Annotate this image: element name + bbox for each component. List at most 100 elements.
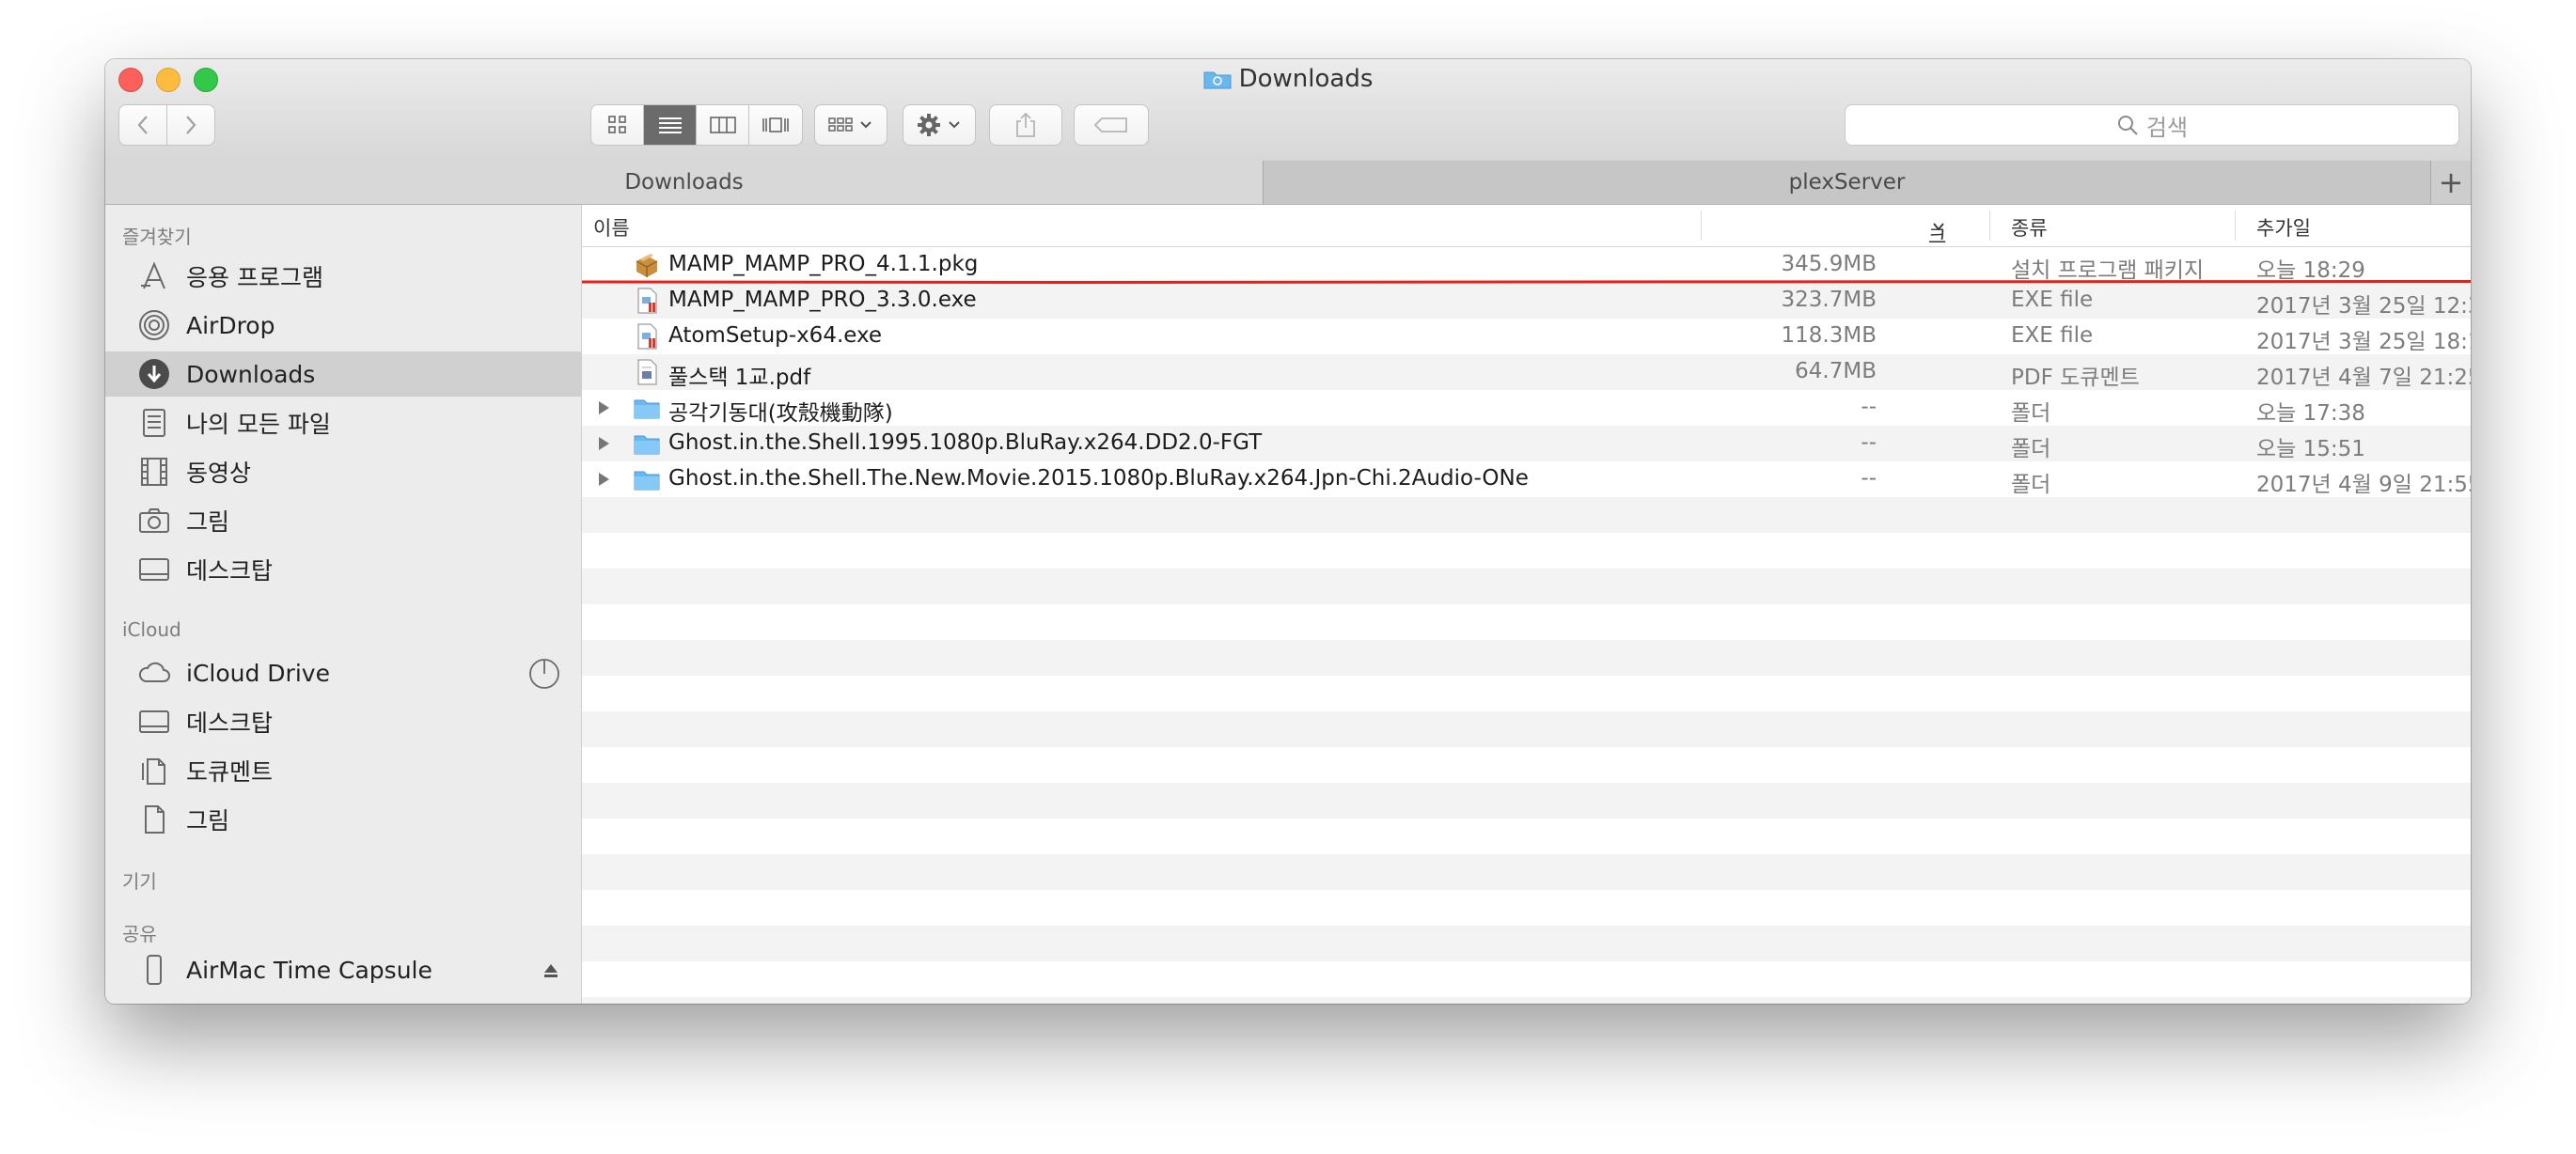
package-icon <box>636 254 658 277</box>
tab-label: Downloads <box>624 170 744 195</box>
file-name: Ghost.in.the.Shell.1995.1080p.BluRay.x26… <box>668 430 1263 455</box>
sidebar-item-label: iCloud Drive <box>186 659 330 687</box>
folder-icon <box>634 471 660 491</box>
file-row[interactable]: MAMP_MAMP_PRO_3.3.0.exe 323.7MB EXE file… <box>582 283 2471 319</box>
file-size: -- <box>1861 466 1877 491</box>
exe-file-icon <box>637 288 657 314</box>
pdf-file-icon <box>637 359 657 385</box>
list-view-icon <box>658 117 682 133</box>
sidebar-item-desktop[interactable]: 데스크탑 <box>105 547 581 592</box>
cloud-icon <box>137 656 171 690</box>
disclosure-triangle-icon[interactable] <box>599 401 609 414</box>
new-tab-button[interactable]: + <box>2431 161 2471 204</box>
back-button[interactable] <box>118 104 167 146</box>
file-row[interactable]: AtomSetup-x64.exe 118.3MB EXE file 2017년… <box>582 319 2471 354</box>
folder-icon <box>634 435 660 455</box>
sidebar-item-time-capsule[interactable]: AirMac Time Capsule <box>105 947 581 992</box>
sidebar-item-icloud-desktop[interactable]: 데스크탑 <box>105 699 581 744</box>
icon-view-button[interactable] <box>591 105 644 145</box>
column-name[interactable]: 이름 <box>593 213 630 242</box>
folder-row[interactable]: Ghost.in.the.Shell.1995.1080p.BluRay.x26… <box>582 426 2471 461</box>
sidebar-item-label: 그림 <box>186 807 230 834</box>
file-size: -- <box>1861 395 1877 419</box>
tab-downloads[interactable]: Downloads <box>105 161 1264 204</box>
sidebar-item-documents[interactable]: 도큐멘트 <box>105 748 581 793</box>
sidebar-item-downloads[interactable]: Downloads <box>105 351 581 397</box>
window-title-text: Downloads <box>1238 65 1374 93</box>
file-size: 323.7MB <box>1781 288 1877 312</box>
sidebar-item-movies[interactable]: 동영상 <box>105 449 581 494</box>
search-placeholder: 검색 <box>2145 114 2189 141</box>
forward-button[interactable] <box>166 104 215 146</box>
disclosure-triangle-icon[interactable] <box>599 473 609 486</box>
search-field[interactable]: 검색 <box>1845 104 2459 146</box>
tab-plexserver[interactable]: plexServer <box>1264 161 2431 204</box>
file-size: 345.9MB <box>1781 252 1877 276</box>
column-divider[interactable] <box>1989 211 1990 241</box>
column-divider[interactable] <box>1701 211 1702 241</box>
column-view-button[interactable] <box>697 105 749 145</box>
file-date: 오늘 15:51 <box>2256 437 2365 461</box>
tag-icon <box>1093 117 1127 133</box>
icon-view-icon <box>607 116 626 133</box>
file-row[interactable]: 풀스택 1교.pdf 64.7MB PDF 도큐멘트 2017년 4월 7일 2… <box>582 354 2471 390</box>
file-kind: PDF 도큐멘트 <box>2011 366 2140 390</box>
disclosure-triangle-icon[interactable] <box>599 437 609 450</box>
sidebar-item-label: 그림 <box>186 508 230 536</box>
share-icon <box>1016 112 1035 137</box>
file-kind: 폴더 <box>2011 401 2051 426</box>
sidebar-item-icloud-drive[interactable]: iCloud Drive <box>105 650 581 695</box>
gear-icon <box>918 114 960 136</box>
camera-icon <box>137 504 171 538</box>
folder-icon <box>1203 71 1232 89</box>
file-list: 이름 크기 종류 추가일 MAMP_MAMP_PRO_4.1.1.pkg 345… <box>582 205 2471 1004</box>
sidebar-item-icloud-pictures[interactable]: 그림 <box>105 797 581 842</box>
file-date: 2017년 3월 25일 12:37 <box>2256 294 2471 319</box>
file-name: AtomSetup-x64.exe <box>668 323 883 348</box>
folder-row[interactable]: 공각기동대(攻殼機動隊) -- 폴더 오늘 17:38 <box>582 390 2471 426</box>
file-date: 2017년 4월 9일 21:55 <box>2256 473 2471 497</box>
sidebar: 즐겨찾기 응용 프로그램 AirDrop Downloads 나의 모든 파일 <box>105 205 582 1004</box>
document-icon <box>137 803 171 836</box>
file-name: 풀스택 1교.pdf <box>668 366 811 390</box>
sidebar-item-label: 나의 모든 파일 <box>186 411 331 438</box>
file-kind: 설치 프로그램 패키지 <box>2011 258 2205 283</box>
cover-flow-button[interactable] <box>749 105 802 145</box>
applications-icon <box>137 259 171 293</box>
sidebar-item-label: 도큐멘트 <box>186 758 274 786</box>
downloads-icon <box>137 357 171 391</box>
file-name: MAMP_MAMP_PRO_3.3.0.exe <box>668 288 977 312</box>
search-icon <box>2117 116 2138 135</box>
group-by-button[interactable] <box>814 104 887 146</box>
file-kind: 폴더 <box>2011 473 2051 497</box>
sync-progress-icon <box>528 658 560 695</box>
plus-icon: + <box>2438 164 2464 200</box>
sidebar-item-all-files[interactable]: 나의 모든 파일 <box>105 400 581 445</box>
time-capsule-icon <box>137 953 171 987</box>
all-files-icon <box>137 406 171 440</box>
toolbar: Downloads 검색 <box>105 59 2471 162</box>
file-row[interactable]: MAMP_MAMP_PRO_4.1.1.pkg 345.9MB 설치 프로그램 … <box>582 247 2471 284</box>
eject-icon[interactable] <box>542 959 560 986</box>
sidebar-item-applications[interactable]: 응용 프로그램 <box>105 254 581 299</box>
movies-icon <box>137 455 171 489</box>
share-button[interactable] <box>989 104 1062 146</box>
desktop-icon <box>137 705 171 739</box>
column-date-added[interactable]: 추가일 <box>2256 213 2311 242</box>
file-size: -- <box>1861 430 1877 455</box>
folder-row[interactable]: Ghost.in.the.Shell.The.New.Movie.2015.10… <box>582 461 2471 497</box>
column-size[interactable]: 크기 <box>1928 213 1946 276</box>
list-view-button[interactable] <box>644 105 697 145</box>
sidebar-item-pictures[interactable]: 그림 <box>105 498 581 543</box>
airdrop-icon <box>137 308 171 342</box>
tab-label: plexServer <box>1788 170 1906 195</box>
column-kind[interactable]: 종류 <box>2011 213 2048 242</box>
desktop-icon <box>137 553 171 586</box>
sidebar-item-label: 동영상 <box>186 460 252 487</box>
file-name: MAMP_MAMP_PRO_4.1.1.pkg <box>668 252 979 276</box>
tag-button[interactable] <box>1074 104 1149 146</box>
sidebar-item-airdrop[interactable]: AirDrop <box>105 303 581 348</box>
tab-bar: Downloads plexServer + <box>105 161 2471 205</box>
column-divider[interactable] <box>2235 211 2236 241</box>
action-button[interactable] <box>903 104 976 146</box>
